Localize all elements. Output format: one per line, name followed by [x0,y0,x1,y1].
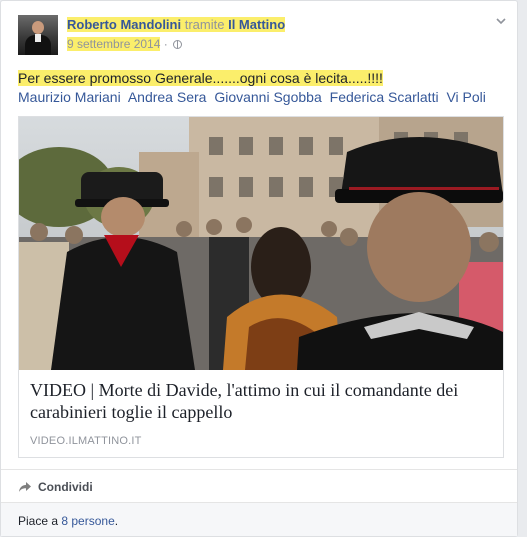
post-header: Roberto Mandolini tramite Il Mattino 9 s… [18,15,507,57]
via-text: tramite [184,17,225,32]
post-message-text: Per essere promosso Generale.......ogni … [18,70,383,86]
author-avatar[interactable] [18,15,58,55]
tagged-person-link[interactable]: Vi Poli [446,89,485,105]
link-preview-image[interactable] [19,117,503,370]
likes-suffix: . [114,514,119,528]
feed-post: Roberto Mandolini tramite Il Mattino 9 s… [0,0,518,537]
share-arrow-icon [19,482,31,492]
share-button-label: Condividi [38,480,93,494]
tagged-person-link[interactable]: Andrea Sera [128,89,207,105]
share-button[interactable]: Condividi [18,480,93,494]
crowd-photo [19,117,503,370]
tagged-person-link[interactable]: Giovanni Sgobba [214,89,321,105]
chevron-down-icon[interactable] [495,15,507,27]
author-name-link[interactable]: Roberto Mandolini [67,17,181,32]
tagged-people: Maurizio Mariani Andrea Sera Giovanni Sg… [18,88,505,107]
meta-separator: · [163,37,168,51]
post-meta: 9 settembre 2014 · [67,37,183,52]
likes-text: Piace a 8 persone. [18,514,118,528]
likes-prefix: Piace a [18,514,59,528]
likes-summary: Piace a 8 persone. [1,502,517,536]
post-actions-bar: Condividi [1,469,517,502]
page-name-link[interactable]: Il Mattino [228,17,285,32]
likes-count-link[interactable]: 8 persone [61,514,114,528]
post-date-link[interactable]: 9 settembre 2014 [67,37,161,51]
tagged-person-link[interactable]: Federica Scarlatti [330,89,439,105]
link-preview-title[interactable]: VIDEO | Morte di Davide, l'attimo in cui… [30,379,491,423]
post-message: Per essere promosso Generale.......ogni … [18,68,505,88]
author-line: Roberto Mandolini tramite Il Mattino [67,17,286,33]
tagged-person-link[interactable]: Maurizio Mariani [18,89,121,105]
link-preview-card[interactable]: VIDEO | Morte di Davide, l'attimo in cui… [18,116,504,458]
link-preview-domain: VIDEO.ILMATTINO.IT [30,435,142,447]
globe-icon[interactable] [173,40,183,49]
